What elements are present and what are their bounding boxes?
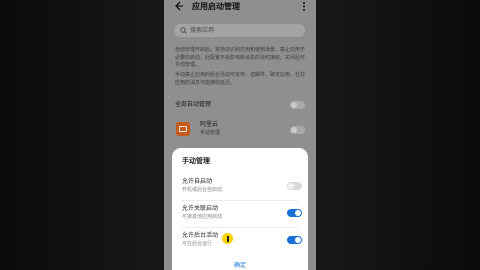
option-description: 可被其他应用启动 — [182, 214, 223, 220]
allow-linked-start-toggle[interactable] — [287, 209, 302, 217]
sheet-title: 手动管理 — [182, 157, 210, 165]
app-row-aliyun[interactable]: 阿里云 手动管理 — [175, 120, 305, 140]
search-placeholder: 搜索应用 — [190, 27, 215, 34]
app-status: 手动管理 — [200, 130, 221, 136]
auto-manage-all-row[interactable]: 全部自动管理 — [175, 99, 305, 111]
more-vertical-icon[interactable] — [302, 1, 306, 12]
back-arrow-icon[interactable] — [174, 1, 184, 11]
screen-recording-frame: 应用启动管理 搜索应用 自动管理开启后，将自动识别应用和使用场景，禁止应用不必要… — [0, 0, 480, 270]
app-bar: 应用启动管理 — [164, 0, 316, 14]
divider — [182, 227, 298, 228]
option-label: 允许自启动 — [182, 178, 213, 185]
phone-screen: 应用启动管理 搜索应用 自动管理开启后，将自动识别应用和使用场景，禁止应用不必要… — [164, 0, 316, 270]
allow-auto-start-toggle[interactable] — [287, 182, 302, 190]
app-auto-manage-toggle[interactable] — [290, 126, 305, 134]
search-icon — [180, 27, 187, 34]
option-label: 允许后台活动 — [182, 232, 219, 239]
allow-background-activity-option[interactable]: 允许后台活动 可在后台运行 — [182, 232, 302, 252]
search-input[interactable]: 搜索应用 — [174, 24, 305, 37]
description-auto: 自动管理开启后，将自动识别应用和使用场景，禁止应用不必要的启动，此配置不会影响新… — [175, 47, 306, 69]
letterbox-left — [0, 0, 164, 270]
page-title: 应用启动管理 — [192, 2, 240, 11]
description-manual: 手动禁止应用的后台活动可省电，但邮件、聊天应用、社交应用的消息可能接收延迟。 — [175, 72, 306, 86]
auto-manage-all-toggle[interactable] — [290, 101, 305, 109]
text-cursor-icon — [227, 236, 229, 242]
option-description: 可在后台运行 — [182, 241, 213, 247]
option-label: 允许关联启动 — [182, 205, 219, 212]
manual-manage-sheet: 手动管理 允许自启动 开机或后台自启动 允许关联启动 可被其他应用启动 允许后台… — [172, 148, 308, 270]
allow-linked-start-option[interactable]: 允许关联启动 可被其他应用启动 — [182, 205, 302, 225]
auto-manage-all-label: 全部自动管理 — [175, 101, 212, 108]
app-name: 阿里云 — [200, 121, 219, 128]
confirm-button[interactable]: 确定 — [172, 261, 308, 270]
option-description: 开机或后台自启动 — [182, 187, 223, 193]
divider — [182, 200, 298, 201]
letterbox-right — [316, 0, 480, 270]
allow-background-activity-toggle[interactable] — [287, 236, 302, 244]
aliyun-app-icon — [176, 122, 190, 136]
allow-auto-start-option[interactable]: 允许自启动 开机或后台自启动 — [182, 178, 302, 198]
